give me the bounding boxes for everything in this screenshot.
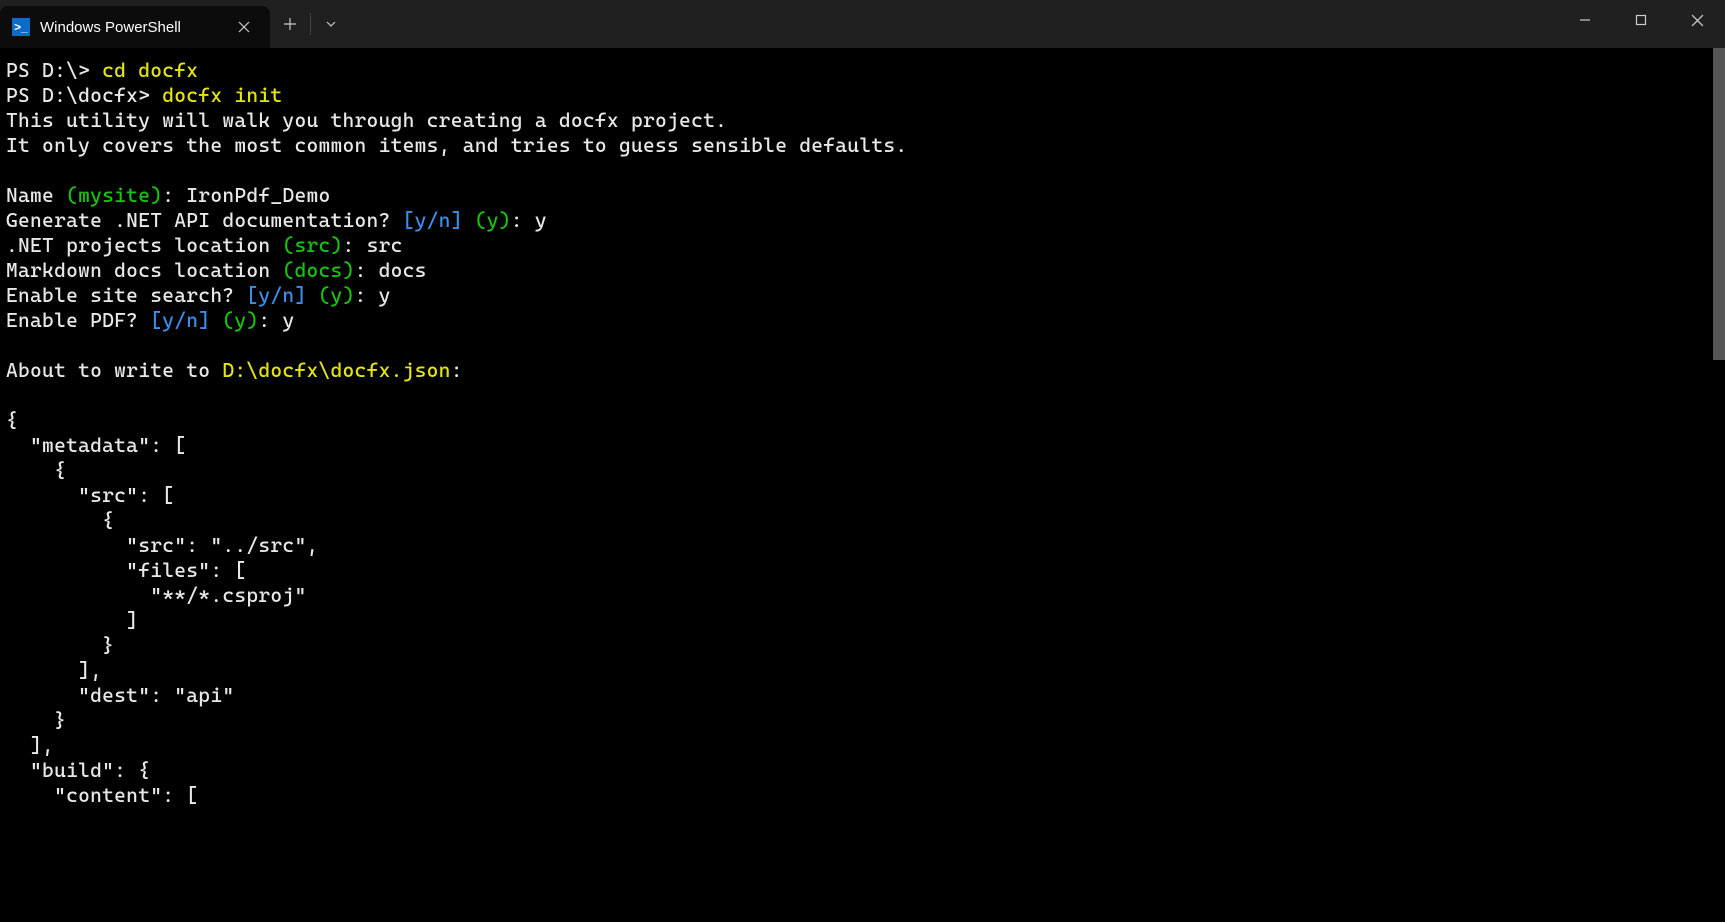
user-input: : src [343, 233, 403, 257]
output-text: Enable site search? [6, 283, 246, 307]
minimize-button[interactable] [1557, 0, 1613, 40]
json-output: "src": [ [6, 483, 174, 507]
json-output: ] [6, 608, 138, 632]
json-output: { [6, 508, 114, 532]
hint-text: [y/n] [150, 308, 210, 332]
user-input: : y [355, 283, 391, 307]
path-text: D:\docfx\docfx.json [222, 358, 450, 382]
tab-windows-powershell[interactable]: >_ Windows PowerShell [0, 6, 270, 48]
output-text: Name [6, 183, 66, 207]
output-text: : [451, 358, 463, 382]
hint-text: (y) [463, 208, 511, 232]
output-text: Generate .NET API documentation? [6, 208, 403, 232]
tab-close-button[interactable] [232, 15, 256, 39]
json-output: "**/*.csproj" [6, 583, 306, 607]
prompt-text: PS D:\docfx> [6, 83, 162, 107]
output-text: It only covers the most common items, an… [6, 133, 907, 157]
output-text: .NET projects location [6, 233, 282, 257]
hint-text: (y) [210, 308, 258, 332]
hint-text: (docs) [282, 258, 354, 282]
tab-title: Windows PowerShell [40, 19, 222, 36]
json-output: "metadata": [ [6, 433, 186, 457]
hint-text: (mysite) [66, 183, 162, 207]
output-text: This utility will walk you through creat… [6, 108, 727, 132]
user-input: : docs [355, 258, 427, 282]
command-text: docfx init [162, 83, 282, 107]
scrollbar-thumb[interactable] [1713, 48, 1725, 360]
output-text: Enable PDF? [6, 308, 150, 332]
output-text: About to write to [6, 358, 222, 382]
powershell-icon: >_ [12, 18, 30, 36]
json-output: } [6, 633, 114, 657]
command-text: cd docfx [102, 58, 198, 82]
hint-text: (y) [306, 283, 354, 307]
tab-dropdown-button[interactable] [311, 4, 351, 44]
hint-text: (src) [282, 233, 342, 257]
new-tab-button[interactable] [270, 4, 310, 44]
json-output: "dest": "api" [6, 683, 234, 707]
titlebar: >_ Windows PowerShell [0, 0, 1725, 48]
user-input: : IronPdf_Demo [162, 183, 330, 207]
window-controls [1557, 0, 1725, 40]
hint-text: [y/n] [403, 208, 463, 232]
json-output: "build": { [6, 758, 150, 782]
maximize-button[interactable] [1613, 0, 1669, 40]
json-output: { [6, 458, 66, 482]
hint-text: [y/n] [246, 283, 306, 307]
output-text: Markdown docs location [6, 258, 282, 282]
json-output: ], [6, 658, 102, 682]
user-input: : y [258, 308, 294, 332]
user-input: : y [511, 208, 547, 232]
terminal-output[interactable]: PS D:\> cd docfx PS D:\docfx> docfx init… [0, 48, 1725, 922]
json-output: { [6, 408, 18, 432]
json-output: "src": "../src", [6, 533, 319, 557]
json-output: "content": [ [6, 783, 198, 807]
json-output: ], [6, 733, 54, 757]
json-output: } [6, 708, 66, 732]
close-window-button[interactable] [1669, 0, 1725, 40]
prompt-text: PS D:\> [6, 58, 102, 82]
json-output: "files": [ [6, 558, 246, 582]
